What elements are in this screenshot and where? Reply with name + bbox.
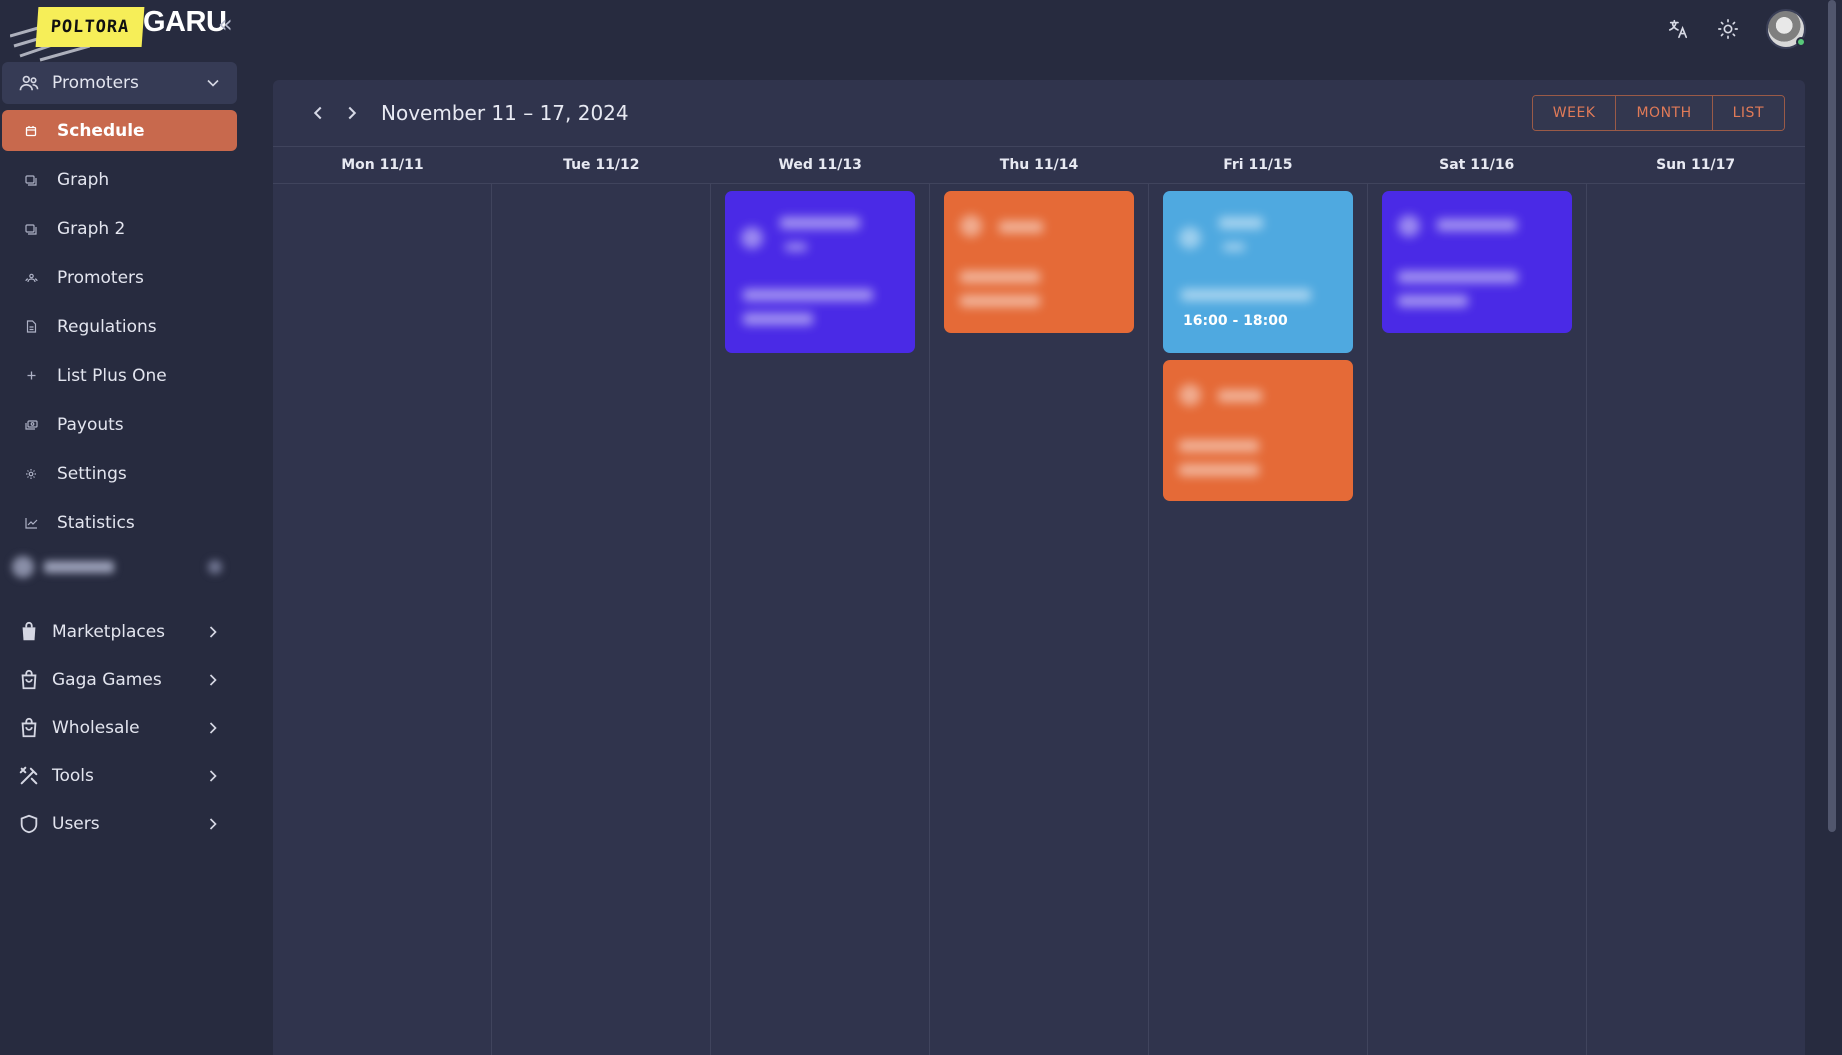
sidebar-item-statistics[interactable]: Statistics — [2, 502, 237, 543]
chevron-right-icon — [209, 674, 217, 686]
nav-group-label: Users — [52, 814, 100, 834]
sidebar-item-regulations[interactable]: Regulations — [2, 306, 237, 347]
blurred-nav-item — [12, 553, 222, 581]
calendar-icon — [24, 124, 38, 138]
calendar-title: November 11 – 17, 2024 — [381, 101, 629, 125]
day-header-row: Mon 11/11 Tue 11/12 Wed 11/13 Thu 11/14 … — [273, 146, 1805, 184]
day-header: Mon 11/11 — [341, 157, 424, 173]
event-time: 16:00 - 18:00 — [1183, 313, 1288, 329]
sidebar-item-label: Graph 2 — [57, 218, 126, 239]
view-week-button[interactable]: WEEK — [1532, 96, 1617, 130]
tools-icon — [19, 766, 38, 785]
day-column-sun[interactable] — [1587, 184, 1805, 1055]
day-header: Wed 11/13 — [778, 157, 862, 173]
shield-icon — [20, 814, 38, 834]
translate-icon[interactable] — [1666, 17, 1690, 41]
sidebar-item-label: Payouts — [57, 414, 124, 435]
view-month-button[interactable]: MONTH — [1616, 96, 1713, 130]
sidebar-item-payouts[interactable]: Payouts — [2, 404, 237, 445]
sidebar-item-promoters[interactable]: Promoters — [2, 257, 237, 298]
header-actions — [1666, 9, 1806, 49]
calendar-event[interactable] — [725, 191, 915, 353]
nav-group-tools[interactable]: Tools — [2, 755, 237, 797]
view-switcher: WEEK MONTH LIST — [1531, 95, 1785, 131]
nav-group-label: Marketplaces — [52, 622, 166, 642]
day-header: Tue 11/12 — [563, 157, 640, 173]
brightness-icon[interactable] — [1716, 17, 1740, 41]
logo-mark: POLTORA — [35, 7, 145, 47]
bag-icon — [21, 717, 37, 738]
logo-word: GARU — [143, 6, 227, 38]
trend-icon — [24, 516, 38, 530]
calendar-event[interactable] — [1382, 191, 1572, 333]
sidebar-item-label: Settings — [57, 463, 127, 484]
app-logo[interactable]: POLTORA GARU « — [0, 0, 245, 62]
view-list-button[interactable]: LIST — [1712, 96, 1784, 130]
next-week-button[interactable] — [338, 99, 366, 127]
online-status-dot — [1796, 37, 1806, 47]
nav-group-label: Tools — [52, 766, 94, 786]
day-header: Fri 11/15 — [1223, 157, 1293, 173]
calendar-event[interactable] — [1163, 360, 1353, 501]
chevron-left-icon — [313, 106, 322, 120]
chevron-down-icon — [207, 79, 219, 87]
calendar-grid: 16:00 - 18:00 — [273, 184, 1805, 1055]
sidebar-item-graph[interactable]: Graph — [2, 159, 237, 200]
sidebar-item-label: Regulations — [57, 316, 157, 337]
prev-week-button[interactable] — [304, 99, 332, 127]
users-icon — [24, 271, 38, 285]
sidebar-item-label: Promoters — [57, 267, 144, 288]
nav-group-wholesale[interactable]: Wholesale — [2, 707, 237, 749]
chevron-right-icon — [209, 626, 217, 638]
calendar-event[interactable]: 16:00 - 18:00 — [1163, 191, 1353, 353]
nav-group-marketplaces[interactable]: Marketplaces — [2, 611, 237, 653]
day-column-mon[interactable] — [273, 184, 492, 1055]
user-avatar[interactable] — [1766, 9, 1806, 49]
bag-icon — [21, 669, 37, 690]
users-icon — [19, 75, 39, 91]
chart-icon — [24, 173, 38, 187]
sidebar-item-settings[interactable]: Settings — [2, 453, 237, 494]
calendar-panel: November 11 – 17, 2024 WEEK MONTH LIST M… — [273, 80, 1805, 1055]
day-column-fri[interactable]: 16:00 - 18:00 — [1149, 184, 1368, 1055]
day-column-tue[interactable] — [492, 184, 711, 1055]
calendar-event[interactable] — [944, 191, 1134, 333]
day-header: Thu 11/14 — [999, 157, 1079, 173]
sidebar-item-label: List Plus One — [57, 365, 167, 386]
sidebar-item-label: Statistics — [57, 512, 135, 533]
sidebar-item-list-plus-one[interactable]: List Plus One — [2, 355, 237, 396]
nav-group-label: Wholesale — [52, 718, 140, 738]
nav-group-gaga-games[interactable]: Gaga Games — [2, 659, 237, 701]
day-header: Sat 11/16 — [1439, 157, 1515, 173]
chevron-right-icon — [209, 770, 217, 782]
sidebar: Promoters Schedule Graph Graph 2 Promote… — [0, 60, 245, 1055]
gear-icon — [24, 467, 38, 481]
file-icon — [24, 320, 38, 334]
chevron-right-icon — [209, 818, 217, 830]
calendar-toolbar: November 11 – 17, 2024 WEEK MONTH LIST — [273, 80, 1805, 146]
collapse-sidebar-icon[interactable]: « — [218, 10, 233, 38]
chevron-right-icon — [209, 722, 217, 734]
day-header: Sun 11/17 — [1656, 157, 1736, 173]
cash-icon — [24, 418, 38, 432]
sidebar-item-label: Graph — [57, 169, 110, 190]
day-column-thu[interactable] — [930, 184, 1149, 1055]
sidebar-item-graph-2[interactable]: Graph 2 — [2, 208, 237, 249]
sidebar-item-label: Schedule — [57, 120, 145, 141]
sidebar-item-schedule[interactable]: Schedule — [2, 110, 237, 151]
page-scrollbar[interactable] — [1828, 0, 1836, 832]
chart-icon — [24, 222, 38, 236]
nav-group-label: Gaga Games — [52, 670, 162, 690]
chevron-right-icon — [348, 106, 357, 120]
bag-icon — [22, 621, 36, 641]
nav-group-label: Promoters — [52, 73, 139, 93]
nav-group-promoters[interactable]: Promoters — [2, 62, 237, 104]
day-column-wed[interactable] — [711, 184, 930, 1055]
day-column-sat[interactable] — [1368, 184, 1587, 1055]
nav-group-users[interactable]: Users — [2, 803, 237, 845]
plus-icon — [24, 369, 38, 383]
